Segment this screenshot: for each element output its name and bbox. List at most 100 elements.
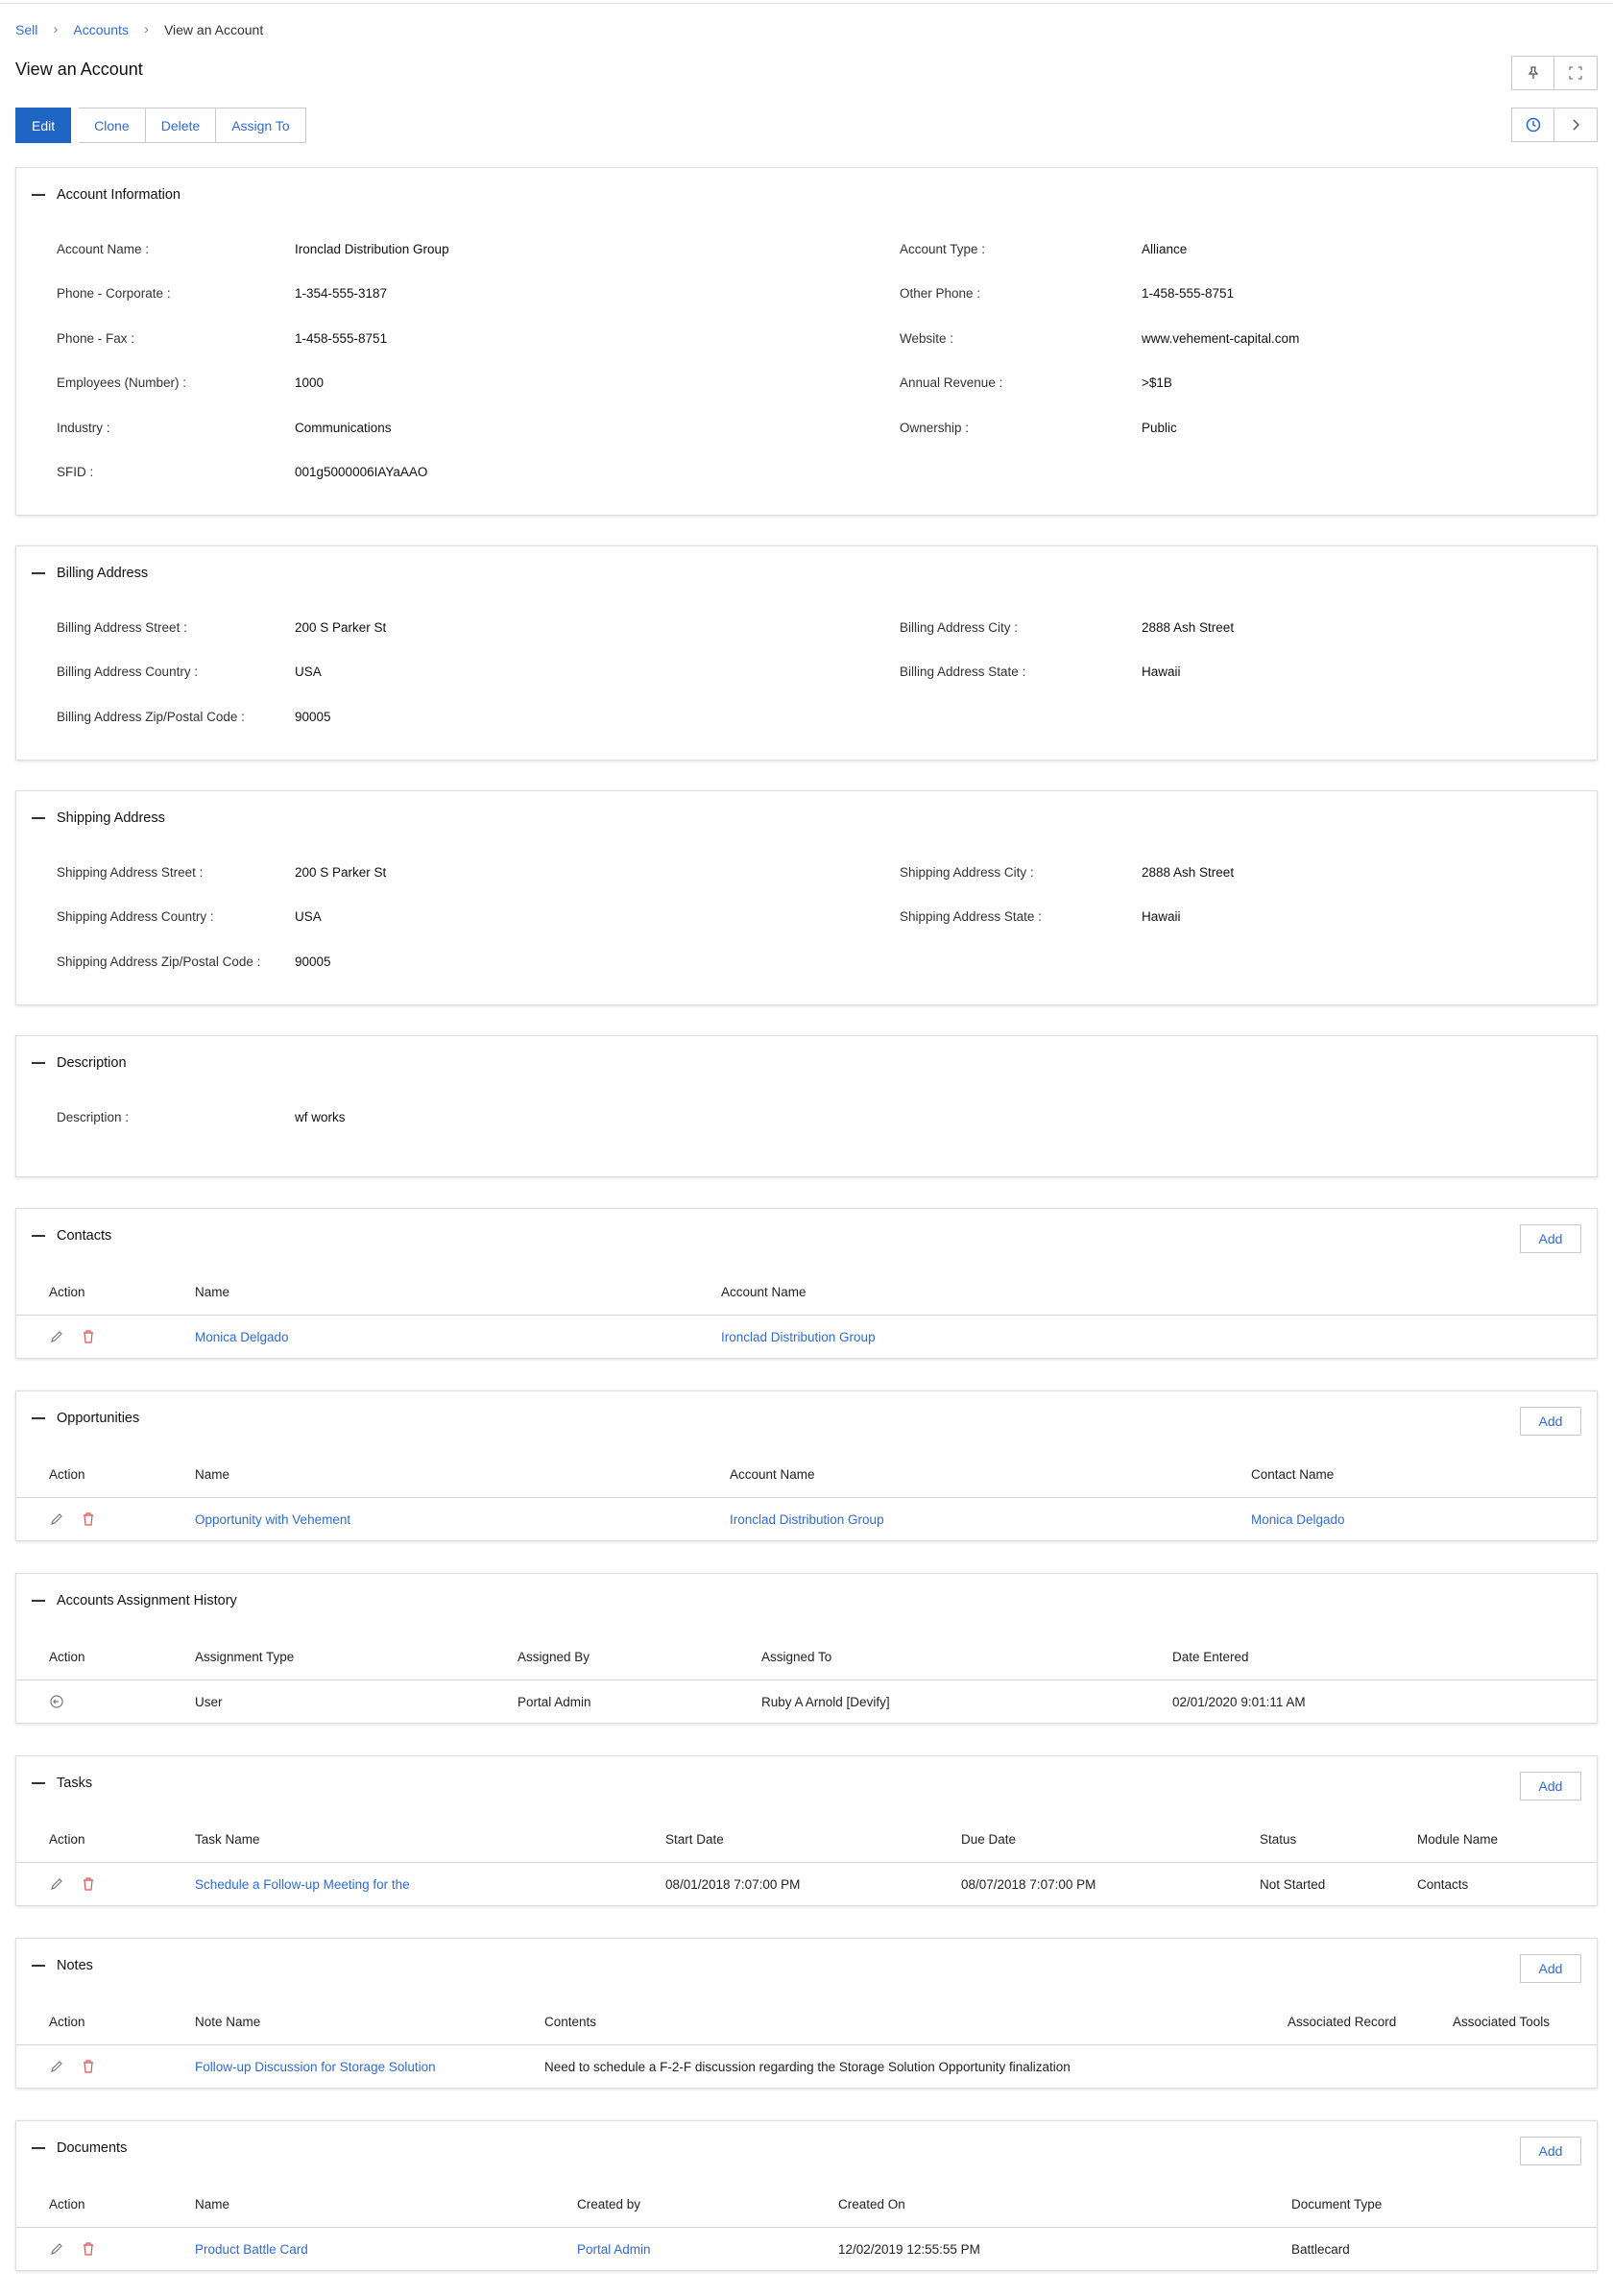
column-header: Action: [16, 1453, 195, 1498]
table-row: Schedule a Follow-up Meeting for the 08/…: [16, 1862, 1597, 1906]
edit-icon[interactable]: [49, 1329, 64, 1344]
module-name: Contacts: [1417, 1876, 1469, 1892]
panel-header[interactable]: Account Information: [32, 187, 181, 203]
field-label: Billing Address State :: [900, 665, 1026, 680]
next-button[interactable]: [1554, 108, 1598, 142]
edit-icon[interactable]: [49, 1876, 64, 1892]
column-header: Note Name: [195, 2000, 544, 2045]
column-header: Name: [195, 1270, 721, 1316]
panel-header[interactable]: Contacts: [32, 1228, 111, 1244]
field-label: Shipping Address City :: [900, 865, 1034, 880]
contact-name-link[interactable]: Monica Delgado: [1251, 1497, 1597, 1541]
history-button[interactable]: [1511, 108, 1554, 142]
note-name-link[interactable]: Follow-up Discussion for Storage Solutio…: [195, 2044, 544, 2089]
notes-panel: Notes Add Action Note Name Contents Asso…: [15, 1938, 1598, 2089]
add-opportunity-button[interactable]: Add: [1520, 1407, 1581, 1436]
created-by-link[interactable]: Portal Admin: [577, 2227, 838, 2271]
field-label: Industry :: [57, 420, 110, 435]
column-header: Created by: [577, 2183, 838, 2228]
document-type: Battlecard: [1291, 2241, 1350, 2257]
panel-header[interactable]: Billing Address: [32, 566, 148, 581]
trash-icon[interactable]: [82, 2241, 95, 2257]
field-value: 200 S Parker St: [295, 620, 387, 635]
task-name-link[interactable]: Schedule a Follow-up Meeting for the: [195, 1862, 665, 1906]
field-label: Billing Address Street :: [57, 620, 187, 635]
add-contact-button[interactable]: Add: [1520, 1224, 1581, 1253]
table-header-row: Action Task Name Start Date Due Date Sta…: [16, 1818, 1597, 1863]
panel-header[interactable]: Description: [32, 1055, 127, 1071]
field-value: 90005: [295, 709, 331, 724]
field-label: Phone - Fax :: [57, 330, 135, 346]
panel-title: Documents: [57, 2140, 128, 2156]
column-header: Associated Record: [1288, 2000, 1453, 2045]
contact-name-link[interactable]: Monica Delgado: [195, 1315, 721, 1359]
panel-header[interactable]: Notes: [32, 1958, 93, 1973]
row-actions: [16, 2241, 195, 2257]
field-value: USA: [295, 665, 322, 680]
document-name-link[interactable]: Product Battle Card: [195, 2227, 577, 2271]
add-document-button[interactable]: Add: [1520, 2137, 1581, 2165]
row-actions: [16, 1694, 195, 1709]
documents-panel: Documents Add Action Name Created by Cre…: [15, 2120, 1598, 2271]
column-header: Assignment Type: [195, 1635, 518, 1680]
top-border: [0, 0, 1613, 4]
field-value: 1-458-555-8751: [295, 330, 388, 346]
billing-address-panel: Billing Address Billing Address Street :…: [15, 545, 1598, 761]
row-actions: [16, 2059, 195, 2074]
collapse-icon: [32, 1235, 45, 1237]
panel-header[interactable]: Shipping Address: [32, 810, 165, 826]
panel-header[interactable]: Documents: [32, 2140, 127, 2156]
date-entered: 02/01/2020 9:01:11 AM: [1172, 1694, 1306, 1709]
field-label: Billing Address City :: [900, 620, 1019, 635]
clone-button[interactable]: Clone: [79, 108, 146, 143]
pin-button[interactable]: [1511, 56, 1554, 90]
opportunity-name-link[interactable]: Opportunity with Vehement: [195, 1497, 730, 1541]
row-actions: [16, 1511, 195, 1527]
assign-to-button[interactable]: Assign To: [216, 108, 306, 143]
breadcrumb: Sell › Accounts › View an Account: [15, 21, 263, 37]
column-header: Name: [195, 1453, 730, 1498]
undo-history-icon[interactable]: [49, 1694, 64, 1709]
assignment-history-table: Action Assignment Type Assigned By Assig…: [16, 1635, 1597, 1724]
edit-button[interactable]: Edit: [15, 108, 72, 143]
pin-icon: [1528, 66, 1538, 79]
field-label: Ownership :: [900, 420, 970, 435]
account-name-link[interactable]: Ironclad Distribution Group: [721, 1315, 1597, 1359]
assigned-to: Ruby A Arnold [Devify]: [761, 1694, 890, 1709]
panel-title: Tasks: [57, 1776, 93, 1791]
add-note-button[interactable]: Add: [1520, 1954, 1581, 1983]
panel-header[interactable]: Accounts Assignment History: [32, 1593, 237, 1608]
column-header: Date Entered: [1172, 1635, 1597, 1680]
page-title: View an Account: [15, 60, 143, 79]
notes-table: Action Note Name Contents Associated Rec…: [16, 2000, 1597, 2089]
column-header: Action: [16, 2183, 195, 2228]
field-label: Shipping Address Zip/Postal Code :: [57, 954, 261, 969]
edit-icon[interactable]: [49, 1511, 64, 1527]
field-label: Other Phone :: [900, 286, 981, 302]
table-header-row: Action Note Name Contents Associated Rec…: [16, 2000, 1597, 2045]
panel-title: Shipping Address: [57, 810, 165, 826]
field-value: Public: [1142, 420, 1177, 435]
breadcrumb-accounts[interactable]: Accounts: [73, 22, 129, 37]
trash-icon[interactable]: [82, 1329, 95, 1344]
account-name-link[interactable]: Ironclad Distribution Group: [730, 1497, 1251, 1541]
field-value: Alliance: [1142, 242, 1188, 256]
panel-header[interactable]: Opportunities: [32, 1411, 139, 1426]
table-header-row: Action Name Account Name Contact Name: [16, 1453, 1597, 1498]
chevron-right-icon: ›: [143, 21, 149, 37]
field-label: Account Name :: [57, 242, 150, 256]
trash-icon[interactable]: [82, 1511, 95, 1527]
table-row: User Portal Admin Ruby A Arnold [Devify]…: [16, 1680, 1597, 1724]
fullscreen-button[interactable]: [1554, 56, 1598, 90]
panel-header[interactable]: Tasks: [32, 1776, 92, 1791]
delete-button[interactable]: Delete: [145, 108, 217, 143]
edit-icon[interactable]: [49, 2241, 64, 2257]
field-label: Billing Address Zip/Postal Code :: [57, 709, 245, 724]
trash-icon[interactable]: [82, 1876, 95, 1892]
breadcrumb-sell[interactable]: Sell: [15, 22, 37, 37]
assignment-history-panel: Accounts Assignment History Action Assig…: [15, 1573, 1598, 1724]
trash-icon[interactable]: [82, 2059, 95, 2074]
table-header-row: Action Name Account Name: [16, 1270, 1597, 1316]
edit-icon[interactable]: [49, 2059, 64, 2074]
add-task-button[interactable]: Add: [1520, 1772, 1581, 1801]
